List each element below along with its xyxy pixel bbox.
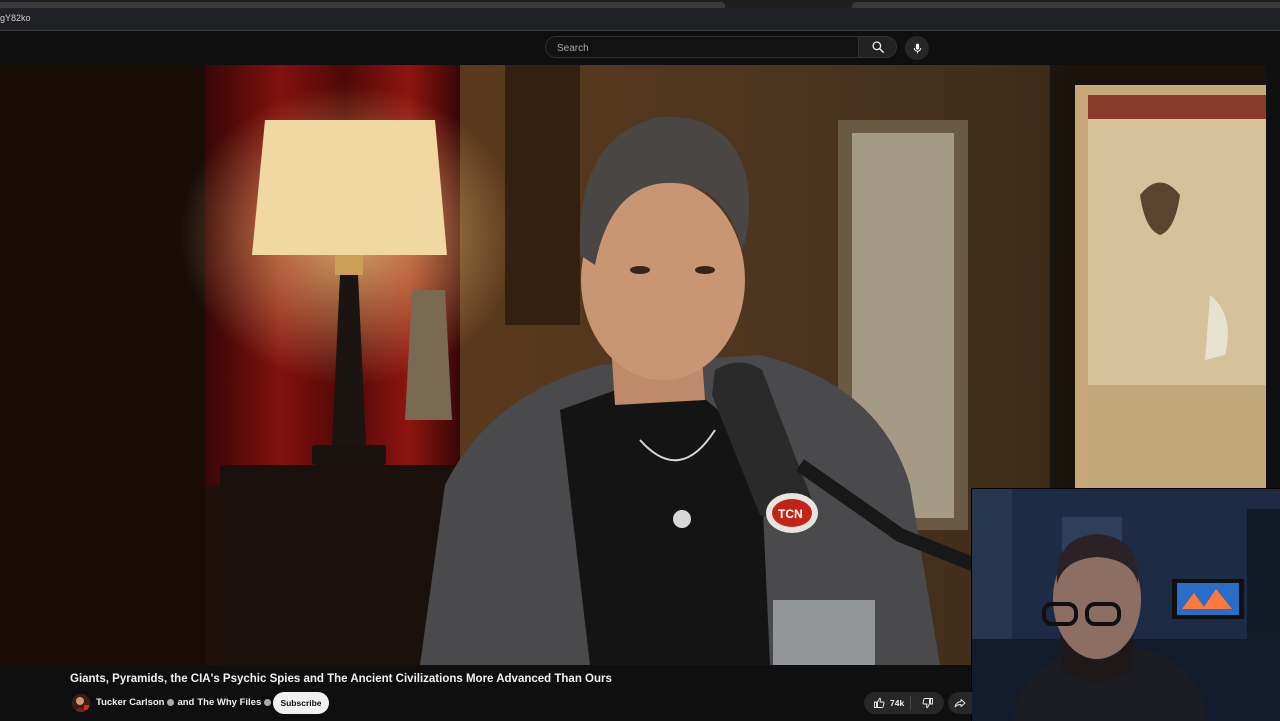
- channel-avatar[interactable]: [72, 694, 90, 712]
- microphone-icon: [913, 43, 921, 53]
- verified-badge-icon: [167, 699, 175, 706]
- address-bar[interactable]: gY82ko: [0, 8, 1280, 31]
- search-box: [545, 36, 859, 58]
- like-count: 74k: [890, 698, 905, 708]
- subscribe-button[interactable]: Subscribe: [273, 692, 329, 714]
- webcam-overlay: [971, 488, 1280, 721]
- dislike-button[interactable]: [911, 692, 944, 714]
- verified-badge-icon: [264, 699, 272, 706]
- search-input[interactable]: [555, 40, 849, 56]
- mic-logo-text: TCN: [778, 507, 803, 521]
- search-icon: [871, 41, 884, 53]
- avatar-image: [72, 694, 90, 712]
- browser-tab-strip: [0, 0, 1280, 8]
- like-dislike-group: 74k: [864, 692, 944, 714]
- channel-names: Tucker Carlson and The Why Files: [96, 697, 274, 708]
- video-title: Giants, Pyramids, the CIA's Psychic Spie…: [70, 673, 612, 685]
- search-button[interactable]: [859, 36, 897, 58]
- webcam-feed: [972, 489, 1280, 721]
- collaborator-name-link[interactable]: The Why Files: [197, 697, 261, 708]
- channel-name-link[interactable]: Tucker Carlson: [96, 697, 164, 708]
- thumbs-down-icon: [922, 698, 933, 709]
- like-button[interactable]: 74k: [864, 692, 908, 714]
- share-button[interactable]: [948, 692, 972, 714]
- voice-search-button[interactable]: [905, 36, 929, 60]
- channel-joiner-text: and: [177, 697, 195, 708]
- thumbs-up-icon: [874, 697, 885, 708]
- share-icon: [954, 699, 966, 708]
- address-bar-url: gY82ko: [0, 13, 31, 23]
